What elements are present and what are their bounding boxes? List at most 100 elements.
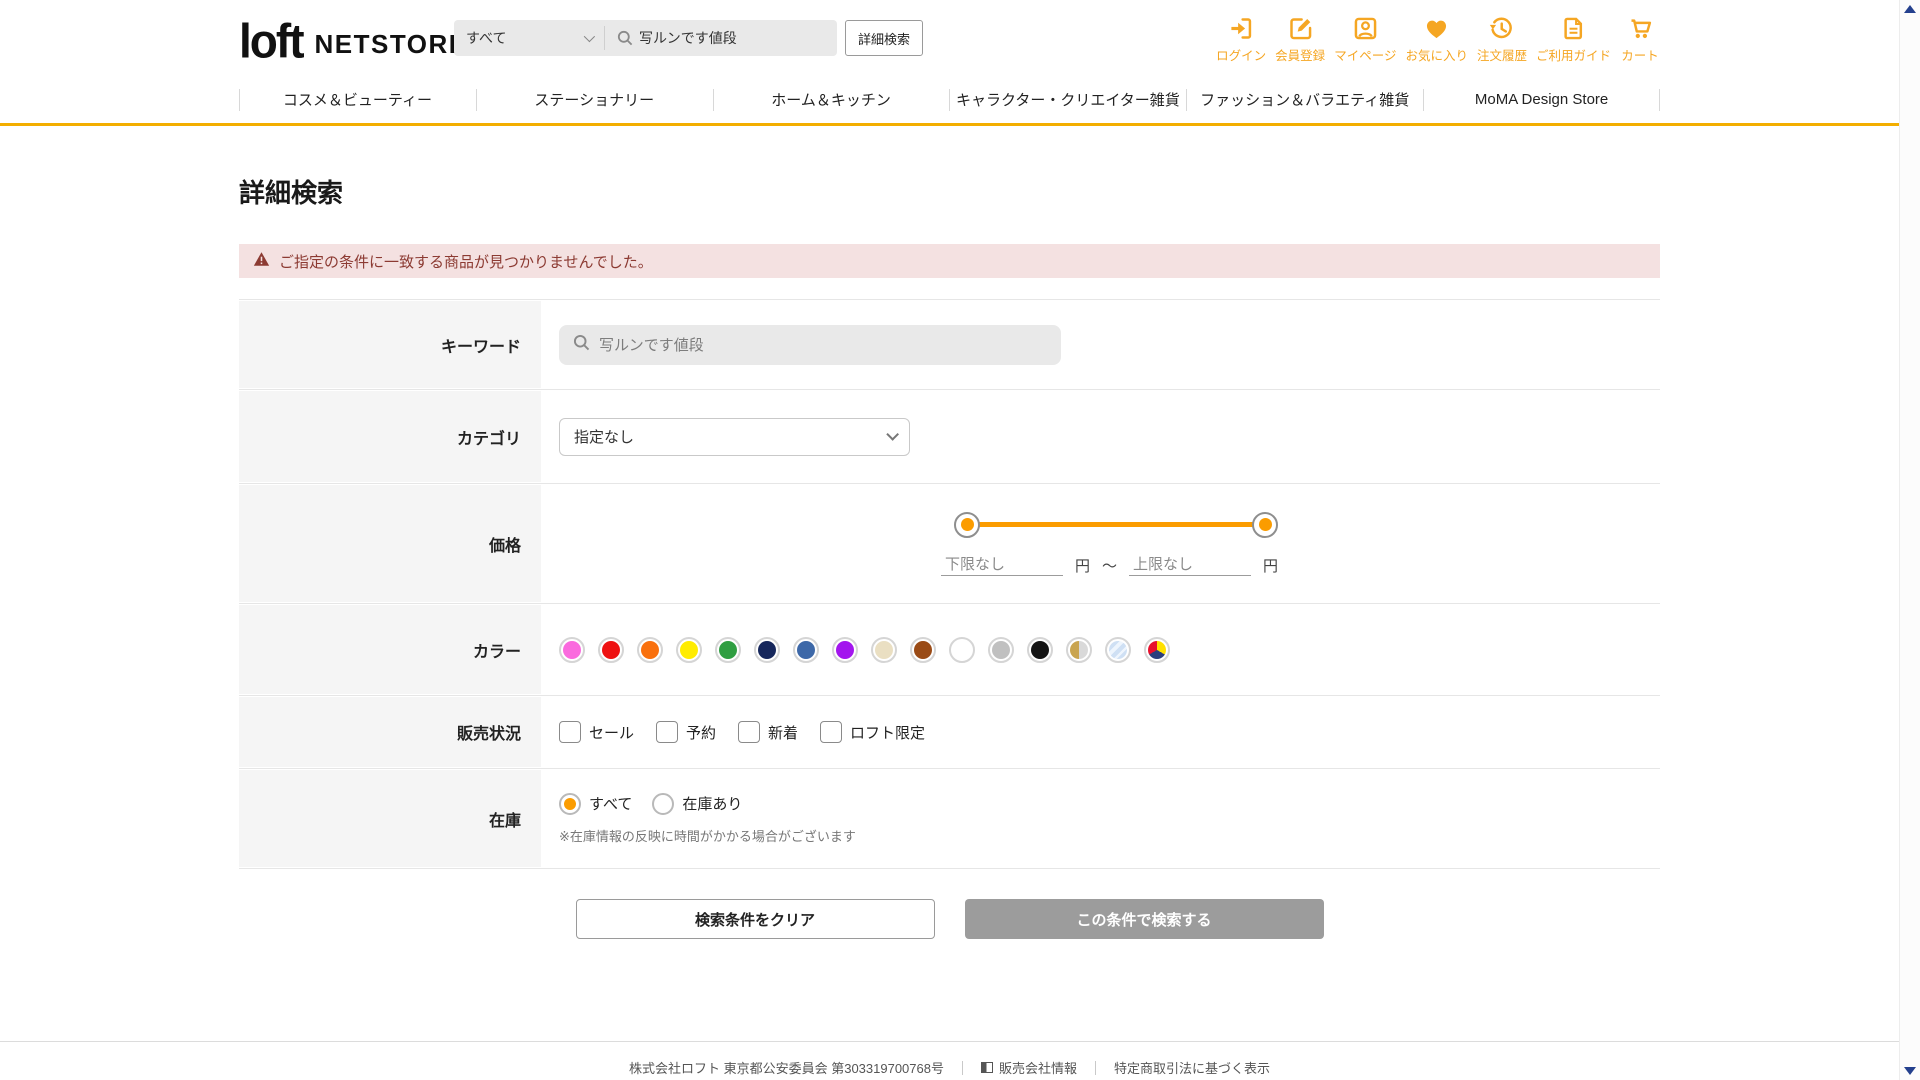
favorites-label: お気に入り (1405, 49, 1468, 63)
swatch-gray[interactable] (988, 636, 1014, 663)
price-row: 価格 円 ～ 円 (239, 483, 1660, 603)
price-range-slider (954, 511, 1278, 538)
checkbox-sale[interactable]: セール (559, 721, 634, 743)
company-info-link[interactable]: 販売会社情報 (980, 1058, 1077, 1077)
order-history-link[interactable]: 注文履歴 (1477, 15, 1527, 64)
price-label: 価格 (239, 484, 541, 603)
no-results-alert: ご指定の条件に一致する商品が見つかりませんでした。 (239, 244, 1660, 278)
swatch-beige[interactable] (871, 636, 897, 663)
header-search: すべて 詳細検索 (454, 20, 923, 56)
form-actions: 検索条件をクリア この条件で検索する (239, 899, 1660, 939)
swatch-navy[interactable] (754, 636, 780, 663)
swatch-gold-silver[interactable] (1066, 636, 1092, 663)
vertical-scrollbar[interactable] (1899, 0, 1920, 1080)
order-history-label: 注文履歴 (1476, 49, 1527, 63)
keyword-input[interactable] (599, 336, 1029, 353)
checkbox-label: ロフト限定 (850, 724, 926, 742)
color-swatches (559, 636, 1170, 663)
company-info-label: 販売会社情報 (998, 1061, 1077, 1076)
category-label: カテゴリ (239, 390, 541, 483)
swatch-white[interactable] (949, 636, 975, 663)
slider-handle-max[interactable] (1252, 511, 1278, 538)
nav-item-cosmetics[interactable]: コスメ＆ビューティー (239, 76, 476, 123)
swatch-blue[interactable] (793, 636, 819, 663)
swatch-orange[interactable] (637, 636, 663, 663)
nav-label: ファッション＆バラエティ雑貨 (1200, 92, 1410, 109)
sales-status-label: 販売状況 (239, 696, 541, 768)
category-nav: コスメ＆ビューティー ステーショナリー ホーム＆キッチン キャラクター・クリエイ… (0, 76, 1899, 126)
clear-conditions-button[interactable]: 検索条件をクリア (575, 899, 935, 939)
swatch-green[interactable] (715, 636, 741, 663)
price-max-input[interactable] (1129, 553, 1251, 576)
checkbox-box (656, 721, 679, 743)
radio-label: 在庫あり (682, 796, 743, 813)
slider-track (967, 522, 1265, 527)
chevron-down-icon (583, 30, 596, 43)
commerce-law-label: 特定商取引法に基づく表示 (1113, 1061, 1270, 1076)
swatch-red[interactable] (598, 636, 624, 663)
swatch-black[interactable] (1027, 636, 1053, 663)
site-footer: 株式会社ロフト 東京都公安委員会 第303319700768号 販売会社情報 特… (0, 1041, 1899, 1080)
radio-in-stock[interactable]: 在庫あり (652, 792, 743, 815)
advanced-search-button[interactable]: 詳細検索 (845, 20, 923, 56)
nav-item-character-goods[interactable]: キャラクター・クリエイター雑貨 (949, 76, 1186, 123)
checkbox-box (559, 721, 581, 743)
nav-item-moma[interactable]: MoMA Design Store (1423, 76, 1660, 123)
tilde-separator: ～ (1101, 557, 1117, 575)
slider-handle-min[interactable] (954, 511, 980, 538)
site-header: loft NETSTORE すべて 詳細検索 (0, 0, 1899, 76)
keyword-input-box (559, 324, 1061, 365)
header-search-input[interactable] (639, 30, 829, 46)
nav-item-stationery[interactable]: ステーショナリー (476, 76, 713, 123)
scroll-down-arrow-icon[interactable] (1904, 1067, 1916, 1075)
header-links: ログイン 会員登録 マイページ お気に入り 注文履歴 ご利用ガイド カート (1216, 15, 1660, 64)
checkbox-reservation[interactable]: 予約 (656, 721, 716, 743)
yen-unit-max: 円 (1263, 557, 1279, 575)
mypage-link[interactable]: マイページ (1334, 15, 1396, 64)
swatch-brown[interactable] (910, 636, 936, 663)
radio-all[interactable]: すべて (559, 792, 633, 815)
swatch-clear[interactable] (1105, 636, 1131, 663)
guide-link[interactable]: ご利用ガイド (1536, 15, 1611, 64)
commerce-law-link[interactable]: 特定商取引法に基づく表示 (1114, 1058, 1270, 1077)
stock-options: すべて 在庫あり (559, 792, 743, 815)
price-min-input[interactable] (940, 553, 1063, 576)
radio-label: すべて (589, 796, 633, 813)
nav-label: ホーム＆キッチン (771, 92, 891, 109)
search-divider (604, 26, 605, 50)
loft-logo[interactable]: loft NETSTORE (239, 14, 468, 68)
swatch-multicolor[interactable] (1144, 636, 1170, 663)
nav-label: キャラクター・クリエイター雑貨 (955, 92, 1180, 109)
favorites-link[interactable]: お気に入り (1405, 15, 1468, 64)
register-link[interactable]: 会員登録 (1275, 15, 1325, 64)
color-label: カラー (239, 604, 541, 695)
nav-item-home-kitchen[interactable]: ホーム＆キッチン (713, 76, 950, 123)
mypage-icon (1352, 15, 1379, 42)
login-icon (1228, 15, 1255, 42)
swatch-purple[interactable] (832, 636, 858, 663)
footer-divider (961, 1060, 963, 1075)
login-link[interactable]: ログイン (1216, 15, 1266, 64)
search-with-conditions-button[interactable]: この条件で検索する (964, 899, 1324, 939)
category-select[interactable]: 指定なし (559, 417, 910, 456)
guide-document-icon (1560, 15, 1587, 42)
mypage-label: マイページ (1334, 49, 1397, 63)
scroll-up-arrow-icon[interactable] (1904, 5, 1916, 13)
register-label: 会員登録 (1275, 49, 1326, 63)
checkbox-label: セール (589, 724, 635, 742)
checkbox-box (738, 721, 761, 743)
swatch-yellow[interactable] (676, 636, 702, 663)
chevron-down-icon (886, 428, 899, 441)
cart-link[interactable]: カート (1620, 15, 1660, 64)
nav-label: ステーショナリー (534, 92, 655, 109)
color-row: カラー (239, 603, 1660, 695)
search-category-dropdown[interactable]: すべて (454, 20, 604, 56)
nav-item-fashion-variety[interactable]: ファッション＆バラエティ雑貨 (1186, 76, 1423, 123)
company-registration-text: 株式会社ロフト 東京都公安委員会 第303319700768号 (628, 1061, 944, 1076)
warning-icon (253, 251, 270, 271)
checkbox-new-arrival[interactable]: 新着 (738, 721, 798, 743)
loft-netstore-page: loft NETSTORE すべて 詳細検索 (0, 0, 1920, 1080)
stock-label: 在庫 (239, 769, 541, 868)
checkbox-loft-limited[interactable]: ロフト限定 (820, 721, 925, 743)
swatch-pink[interactable] (559, 636, 585, 663)
